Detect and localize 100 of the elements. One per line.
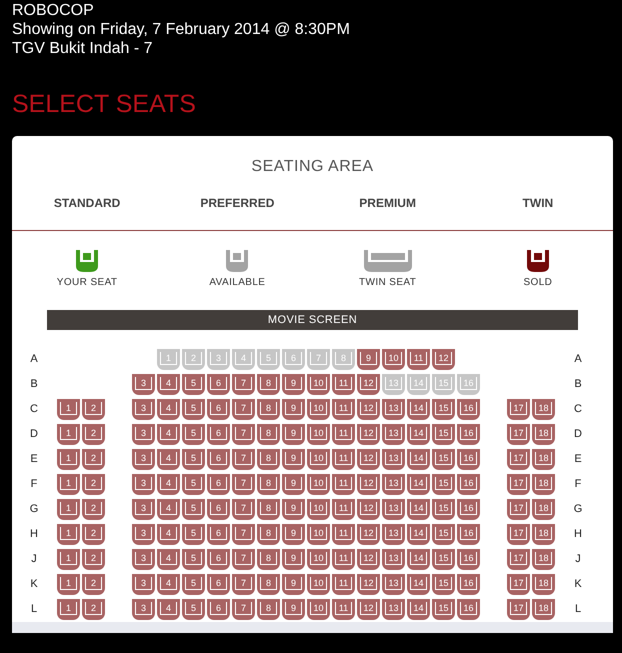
seat[interactable]: 6 (207, 548, 230, 570)
seat[interactable]: 17 (507, 574, 530, 595)
seat[interactable]: 7 (232, 398, 255, 420)
seat[interactable]: 3 (132, 574, 155, 595)
seat[interactable]: 17 (507, 524, 530, 545)
seat[interactable]: 6 (207, 524, 230, 545)
seat[interactable]: 16 (457, 398, 480, 420)
seat[interactable]: 1 (57, 598, 80, 620)
seat[interactable]: 14 (407, 548, 430, 570)
seat[interactable]: 15 (432, 598, 455, 620)
seat[interactable]: 13 (382, 574, 405, 595)
seat[interactable]: 4 (157, 524, 180, 545)
seat[interactable]: 4 (157, 574, 180, 595)
seat[interactable]: 4 (157, 424, 180, 445)
seat[interactable]: 3 (132, 524, 155, 545)
seat[interactable]: 1 (57, 548, 80, 570)
seat[interactable]: 14 (407, 448, 430, 470)
seat[interactable]: 1 (57, 474, 80, 495)
seat[interactable]: 4 (157, 474, 180, 495)
seat[interactable]: 17 (507, 548, 530, 570)
seat[interactable]: 1 (57, 498, 80, 520)
seat[interactable]: 1 (57, 424, 80, 445)
seat[interactable]: 11 (332, 598, 355, 620)
seat[interactable]: 2 (82, 424, 105, 445)
seat[interactable]: 13 (382, 448, 405, 470)
seat[interactable]: 16 (457, 524, 480, 545)
seat[interactable]: 17 (507, 498, 530, 520)
seat[interactable]: 16 (457, 424, 480, 445)
seat[interactable]: 1 (57, 448, 80, 470)
seat[interactable]: 18 (532, 548, 555, 570)
seat[interactable]: 11 (332, 448, 355, 470)
seat[interactable]: 8 (257, 448, 280, 470)
seat[interactable]: 12 (357, 448, 380, 470)
seat[interactable]: 3 (132, 548, 155, 570)
seat[interactable]: 11 (332, 474, 355, 495)
seat[interactable]: 4 (157, 448, 180, 470)
seat[interactable]: 10 (307, 374, 330, 395)
seat-class-tab[interactable]: PREMIUM (312, 190, 463, 230)
seat[interactable]: 2 (82, 598, 105, 620)
seat[interactable]: 14 (407, 474, 430, 495)
seat[interactable]: 12 (357, 424, 380, 445)
seat[interactable]: 12 (357, 398, 380, 420)
seat[interactable]: 12 (357, 524, 380, 545)
seat[interactable]: 11 (332, 498, 355, 520)
seat[interactable]: 18 (532, 524, 555, 545)
seat[interactable]: 7 (232, 598, 255, 620)
seat-class-tab[interactable]: TWIN (462, 190, 613, 230)
seat[interactable]: 5 (182, 424, 205, 445)
seat[interactable]: 6 (207, 448, 230, 470)
seat[interactable]: 14 (407, 424, 430, 445)
seat[interactable]: 18 (532, 598, 555, 620)
seat[interactable]: 15 (432, 448, 455, 470)
seat[interactable]: 10 (307, 524, 330, 545)
seat[interactable]: 11 (407, 348, 430, 370)
seat[interactable]: 1 (57, 398, 80, 420)
seat[interactable]: 5 (182, 524, 205, 545)
seat[interactable]: 12 (357, 498, 380, 520)
seat[interactable]: 17 (507, 598, 530, 620)
seat[interactable]: 9 (282, 498, 305, 520)
seat[interactable]: 7 (232, 548, 255, 570)
seat[interactable]: 9 (282, 424, 305, 445)
seat[interactable]: 5 (182, 474, 205, 495)
seat[interactable]: 18 (532, 448, 555, 470)
seat[interactable]: 10 (307, 398, 330, 420)
seat[interactable]: 12 (357, 474, 380, 495)
seat-class-tab[interactable]: PREFERRED (162, 190, 312, 230)
seat[interactable]: 17 (507, 398, 530, 420)
seat[interactable]: 5 (182, 574, 205, 595)
seat[interactable]: 2 (82, 448, 105, 470)
seat[interactable]: 11 (332, 374, 355, 395)
seat[interactable]: 16 (457, 598, 480, 620)
seat[interactable]: 4 (157, 398, 180, 420)
seat[interactable]: 13 (382, 524, 405, 545)
seat[interactable]: 14 (407, 498, 430, 520)
seat[interactable]: 10 (307, 548, 330, 570)
seat[interactable]: 9 (282, 398, 305, 420)
seat[interactable]: 2 (82, 574, 105, 595)
seat[interactable]: 7 (232, 574, 255, 595)
seat[interactable]: 18 (532, 498, 555, 520)
seat[interactable]: 4 (157, 374, 180, 395)
seat[interactable]: 12 (357, 374, 380, 395)
seat[interactable]: 13 (382, 474, 405, 495)
seat[interactable]: 10 (307, 448, 330, 470)
seat[interactable]: 13 (382, 398, 405, 420)
seat[interactable]: 8 (257, 574, 280, 595)
seat[interactable]: 8 (257, 498, 280, 520)
seat[interactable]: 14 (407, 524, 430, 545)
seat[interactable]: 8 (257, 474, 280, 495)
seat[interactable]: 16 (457, 548, 480, 570)
seat[interactable]: 14 (407, 574, 430, 595)
seat[interactable]: 11 (332, 424, 355, 445)
seat[interactable]: 7 (232, 424, 255, 445)
seat[interactable]: 15 (432, 424, 455, 445)
seat[interactable]: 9 (282, 524, 305, 545)
seat[interactable]: 13 (382, 498, 405, 520)
seat[interactable]: 15 (432, 548, 455, 570)
seat[interactable]: 6 (207, 474, 230, 495)
seat[interactable]: 13 (382, 424, 405, 445)
seat[interactable]: 7 (232, 374, 255, 395)
seat[interactable]: 2 (82, 498, 105, 520)
